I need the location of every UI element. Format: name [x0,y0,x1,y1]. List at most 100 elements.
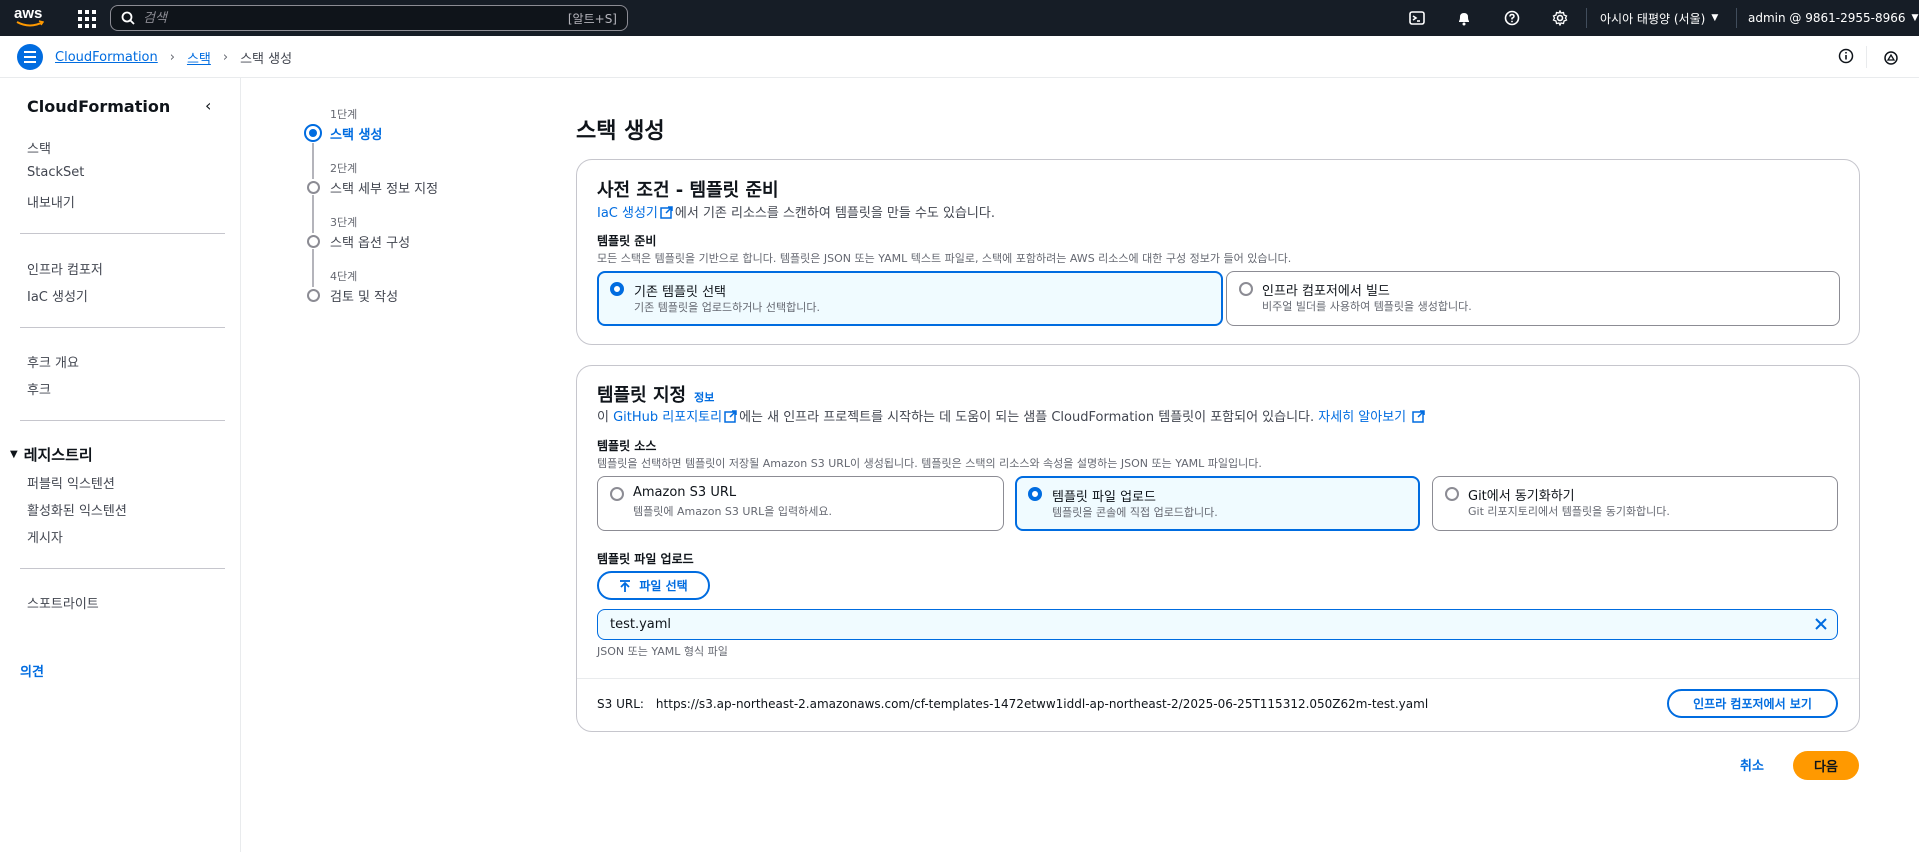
radio-selected[interactable] [1028,487,1042,501]
sidebar-divider [20,568,225,569]
option-build-in-composer[interactable]: 인프라 컴포저에서 빌드 비주얼 빌더를 사용하여 템플릿을 생성합니다. [1226,271,1840,326]
sidebar-divider [20,327,225,328]
sidebar-item-public-extensions[interactable]: 퍼블릭 익스텐션 [27,473,115,492]
breadcrumb: CloudFormation › 스택 › 스택 생성 [55,48,292,67]
option-subtitle: Git 리포지토리에서 템플릿을 동기화합니다. [1468,505,1670,518]
option-title: Git에서 동기화하기 [1468,489,1575,504]
step-number: 2단계 [330,162,358,175]
upload-arrow-icon [620,579,631,592]
search-bar[interactable]: [알트+S] [110,5,628,31]
step-2-label: 스택 세부 정보 지정 [330,182,439,197]
sidebar-feedback-link[interactable]: 의견 [20,661,44,680]
file-hint: JSON 또는 YAML 형식 파일 [597,645,728,658]
source-git-sync[interactable]: Git에서 동기화하기 Git 리포지토리에서 템플릿을 동기화합니다. [1432,476,1838,531]
sidebar-item-exports[interactable]: 내보내기 [27,192,75,211]
info-link[interactable]: 정보 [694,391,714,404]
radio-selected[interactable] [610,282,624,296]
aws-logo[interactable]: aws [14,6,48,30]
panel-divider [577,678,1859,679]
collapse-sidebar-icon[interactable]: ‹ [205,96,211,115]
cloudshell-icon[interactable] [1407,8,1427,28]
breadcrumb-stacks[interactable]: 스택 [187,48,211,67]
external-link-icon [724,410,737,423]
sidebar-item-spotlight[interactable]: 스포트라이트 [27,593,99,612]
option-subtitle: 비주얼 빌더를 사용하여 템플릿을 생성합니다. [1262,300,1472,313]
step-connector [312,249,314,287]
breadcrumb-cloudformation[interactable]: CloudFormation [55,50,158,65]
dismiss-file-icon[interactable] [1813,616,1829,632]
sidebar-item-iac-generator[interactable]: IaC 생성기 [27,286,88,305]
step-connector [312,195,314,233]
sidebar-group-label: 레지스트리 [23,446,93,464]
top-navigation: aws [알트+S] 아시아 태평양 (서울) ▼ admin @ 9861-2… [0,0,1919,36]
specify-template-panel: 템플릿 지정 정보 이 GitHub 리포지토리 에는 새 인프라 프로젝트를 시작… [576,365,1860,732]
side-nav-toggle-button[interactable] [17,44,43,70]
services-grid-icon[interactable] [76,8,96,28]
sidebar-item-hooks[interactable]: 후크 [27,379,51,398]
choose-file-button[interactable]: 파일 선택 [597,571,710,600]
sidebar-item-infra-composer[interactable]: 인프라 컴포저 [27,259,103,278]
template-description: 이 GitHub 리포지토리 에는 새 인프라 프로젝트를 시작하는 데 도움이 … [597,406,1427,425]
chevron-right-icon: › [169,50,175,65]
radio-unselected[interactable] [1445,487,1459,501]
learn-more-link[interactable]: 자세히 알아보기 [1318,410,1406,425]
sidebar-item-activated-extensions[interactable]: 활성화된 익스텐션 [27,500,127,519]
sidebar-item-stackset[interactable]: StackSet [27,165,84,180]
option-existing-template[interactable]: 기존 템플릿 선택 기존 템플릿을 업로드하거나 선택합니다. [597,271,1223,326]
view-in-composer-button[interactable]: 인프라 컴포저에서 보기 [1667,689,1838,718]
notifications-bell-icon[interactable] [1454,8,1474,28]
step-3-label: 스택 옵션 구성 [330,236,411,251]
step-number: 1단계 [330,108,358,121]
upload-label: 템플릿 파일 업로드 [597,552,694,566]
caret-down-icon: ▼ [1911,13,1919,23]
option-subtitle: 템플릿에 Amazon S3 URL을 입력하세요. [633,505,832,518]
step-number: 3단계 [330,216,358,229]
region-selector[interactable]: 아시아 태평양 (서울) ▼ [1600,0,1718,36]
github-repo-link[interactable]: GitHub 리포지토리 [613,410,722,425]
template-prep-label: 템플릿 준비 [597,234,657,248]
iac-generator-link[interactable]: IaC 생성기 [597,206,658,221]
sidebar-item-hooks-overview[interactable]: 후크 개요 [27,352,79,371]
tutorial-panel-icon[interactable] [1883,50,1899,70]
help-icon[interactable] [1502,8,1522,28]
account-menu[interactable]: admin @ 9861-2955-8966 ▼ [1748,0,1918,36]
account-label: admin @ 9861-2955-8966 [1748,11,1906,25]
next-button[interactable]: 다음 [1793,751,1859,780]
prerequisite-panel: 사전 조건 - 템플릿 준비 IaC 생성기 에서 기존 리소스를 스캔하여 템플… [576,159,1860,345]
prereq-description: IaC 생성기 에서 기존 리소스를 스캔하여 템플릿을 만들 수도 있습니다. [597,202,995,221]
step-indicator [307,235,320,248]
chevron-right-icon: › [222,50,229,65]
s3-url-row: S3 URL: https://s3.ap-northeast-2.amazona… [597,697,1428,711]
sidebar-item-stacks[interactable]: 스택 [27,138,51,157]
s3-url-label: S3 URL: [597,697,644,711]
template-prep-hint: 모든 스택은 템플릿을 기반으로 합니다. 템플릿은 JSON 또는 YAML … [597,252,1292,265]
sidebar-divider [20,420,225,421]
source-upload-file[interactable]: 템플릿 파일 업로드 템플릿을 콘솔에 직접 업로드합니다. [1015,476,1420,531]
step-connector [312,143,314,179]
step-indicator [307,289,320,302]
info-panel-icon[interactable] [1838,48,1854,68]
cancel-button[interactable]: 취소 [1740,755,1764,774]
search-shortcut: [알트+S] [567,11,617,26]
region-label: 아시아 태평양 (서울) [1600,11,1706,26]
template-source-label: 템플릿 소스 [597,439,657,453]
panel-title: 사전 조건 - 템플릿 준비 [597,180,779,201]
breadcrumb-current: 스택 생성 [240,52,293,67]
desc-prefix: 이 [597,410,614,425]
aws-logo-text: aws [14,5,43,22]
settings-gear-icon[interactable] [1550,8,1570,28]
radio-unselected[interactable] [1239,282,1253,296]
search-input[interactable] [143,10,568,26]
s3-url-value: https://s3.ap-northeast-2.amazonaws.com/… [655,697,1429,711]
radio-unselected[interactable] [610,487,624,501]
step-4-label: 검토 및 작성 [330,290,399,305]
panel-title-text: 템플릿 지정 [597,385,687,406]
choose-file-label: 파일 선택 [639,579,688,593]
sidebar-title[interactable]: CloudFormation [27,97,170,116]
caret-down-icon: ▼ [10,449,18,460]
sidebar-group-registry[interactable]: ▼ 레지스트리 [10,444,93,465]
toolbar-divider [1866,46,1867,68]
sidebar-item-publisher[interactable]: 게시자 [27,527,63,546]
file-name: test.yaml [610,617,672,632]
source-s3-url[interactable]: Amazon S3 URL 템플릿에 Amazon S3 URL을 입력하세요. [597,476,1004,531]
